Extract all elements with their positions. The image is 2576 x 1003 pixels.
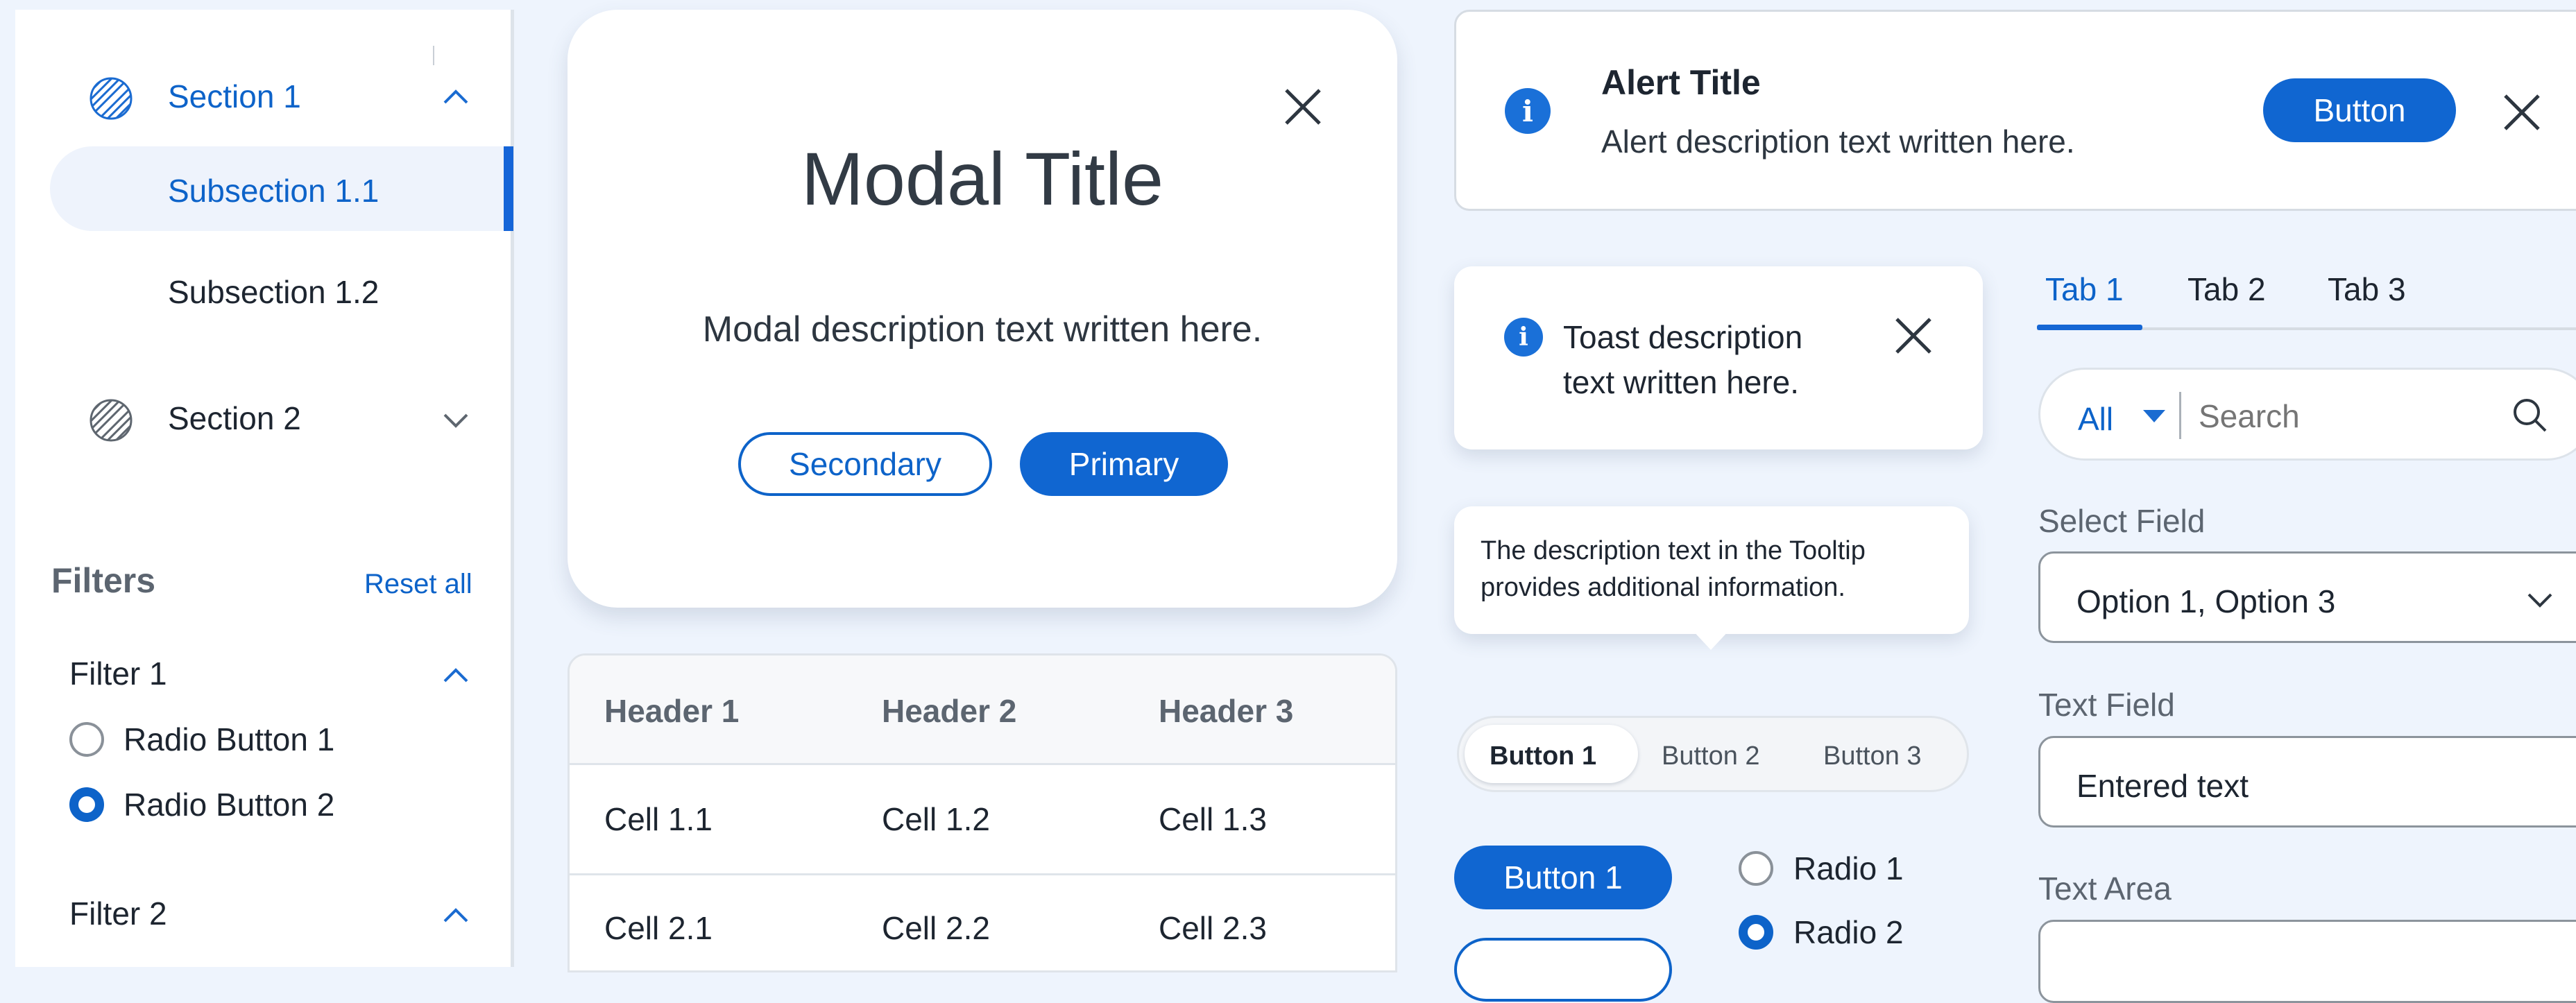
radio-option-2[interactable]: Radio 2 (1734, 910, 1943, 954)
outline-button-partial[interactable] (1454, 938, 1672, 1002)
table-cell: Cell 2.3 (1159, 910, 1267, 946)
close-icon[interactable] (1281, 85, 1325, 129)
table-row-divider (570, 873, 1395, 875)
table-cell: Cell 1.3 (1159, 801, 1267, 837)
primary-button[interactable]: Primary (1020, 432, 1228, 496)
search-input[interactable] (2197, 392, 2498, 440)
filter-2-header[interactable]: Filter 2 (69, 889, 486, 938)
tooltip: The description text in the Tooltip prov… (1454, 506, 1969, 634)
sidebar-subsection-1-2[interactable]: Subsection 1.2 (50, 247, 501, 332)
modal-dialog: Modal Title Modal description text writt… (568, 10, 1397, 608)
caret-down-icon (2143, 410, 2165, 422)
sidebar-section-1[interactable]: Section 1 (71, 60, 487, 132)
radio-label: Radio 2 (1793, 914, 1904, 950)
alert-action-button[interactable]: Button (2263, 78, 2456, 142)
info-icon: i (1504, 318, 1543, 357)
table-row-divider (570, 763, 1395, 765)
reset-all-link[interactable]: Reset all (364, 569, 472, 600)
sidebar-section-label: Section 1 (168, 78, 301, 114)
text-area-label: Text Area (2038, 871, 2172, 907)
chevron-up-icon (443, 908, 468, 923)
search-scope-label: All (2078, 401, 2114, 437)
toast-description-line-1: Toast description (1563, 319, 1803, 355)
segment-button-2[interactable]: Button 2 (1662, 741, 1760, 771)
chevron-down-icon (2527, 593, 2552, 608)
data-table: Header 1 Header 2 Header 3 Cell 1.1 Cell… (568, 653, 1397, 972)
hatched-circle-icon (89, 399, 133, 442)
radio-button[interactable] (1739, 851, 1773, 886)
filter-label: Filter 1 (69, 655, 167, 692)
filter-1-header[interactable]: Filter 1 (69, 649, 486, 698)
secondary-button[interactable]: Secondary (738, 432, 992, 496)
radio-label: Radio Button 1 (123, 721, 335, 757)
alert-title: Alert Title (1601, 63, 1761, 102)
segmented-control: Button 1 Button 2 Button 3 (1457, 716, 1969, 792)
table-header-cell: Header 3 (1159, 693, 1294, 729)
toast-description-line-2: text written here. (1563, 364, 1800, 400)
text-field-label: Text Field (2038, 687, 2175, 723)
text-area[interactable] (2038, 920, 2576, 1003)
sidebar-section-label: Section 2 (168, 400, 301, 436)
radio-button-selected[interactable] (1739, 915, 1773, 950)
close-icon[interactable] (1893, 315, 1934, 357)
tab-2[interactable]: Tab 2 (2187, 271, 2266, 308)
hatched-circle-icon (89, 77, 133, 120)
tab-3[interactable]: Tab 3 (2328, 271, 2406, 308)
filter-label: Filter 2 (69, 895, 167, 932)
search-divider (2179, 392, 2181, 439)
sidebar-subsection-1-1[interactable]: Subsection 1.1 (50, 146, 501, 231)
tooltip-text-line-1: The description text in the Tooltip (1481, 536, 1866, 565)
radio-button[interactable] (69, 722, 104, 757)
select-field-label: Select Field (2038, 503, 2206, 539)
segment-button-1[interactable]: Button 1 (1490, 741, 1596, 771)
radio-label: Radio Button 2 (123, 787, 335, 823)
table-cell: Cell 1.1 (604, 801, 713, 837)
table-cell: Cell 2.1 (604, 910, 713, 946)
radio-label: Radio 1 (1793, 850, 1904, 886)
chevron-down-icon (443, 413, 468, 428)
tooltip-text-line-2: provides additional information. (1481, 573, 1845, 602)
table-cell: Cell 1.2 (882, 801, 990, 837)
modal-title: Modal Title (801, 137, 1164, 221)
sidebar-section-2[interactable]: Section 2 (71, 382, 487, 454)
tab-1[interactable]: Tab 1 (2045, 271, 2124, 308)
tooltip-arrow (1691, 629, 1730, 650)
info-icon: i (1505, 88, 1551, 134)
filters-heading: Filters (51, 561, 156, 600)
button-1[interactable]: Button 1 (1454, 846, 1672, 909)
search-bar: All (2038, 368, 2576, 461)
chevron-up-icon (443, 89, 468, 104)
filter-radio-option-1[interactable]: Radio Button 1 (69, 717, 416, 762)
chevron-up-icon (443, 668, 468, 683)
sidebar-nav: Section 1 Subsection 1.1 Subsection 1.2 … (15, 10, 514, 967)
select-field[interactable]: Option 1, Option 3 (2038, 551, 2576, 643)
table-header-cell: Header 1 (604, 693, 740, 729)
select-field-value: Option 1, Option 3 (2076, 583, 2336, 619)
modal-description: Modal description text written here. (702, 309, 1263, 350)
toast-notification: i Toast description text written here. (1454, 266, 1983, 449)
search-scope-dropdown[interactable]: All (2071, 389, 2165, 439)
text-field-value: Entered text (2076, 768, 2249, 804)
filter-radio-option-2[interactable]: Radio Button 2 (69, 782, 416, 827)
tab-selected-indicator (2037, 325, 2142, 330)
table-header-cell: Header 2 (882, 693, 1017, 729)
alert-description: Alert description text written here. (1601, 123, 2075, 160)
alert-banner: i Alert Title Alert description text wri… (1454, 10, 2576, 211)
subsection-label: Subsection 1.2 (168, 274, 379, 310)
text-field[interactable]: Entered text (2038, 736, 2576, 828)
radio-button-selected[interactable] (69, 787, 104, 822)
subsection-label: Subsection 1.1 (168, 173, 379, 209)
table-cell: Cell 2.2 (882, 910, 990, 946)
subsection-selected-indicator (504, 146, 513, 231)
segment-button-3[interactable]: Button 3 (1823, 741, 1922, 771)
search-icon[interactable] (2511, 396, 2550, 435)
close-icon[interactable] (2501, 92, 2543, 133)
radio-option-1[interactable]: Radio 1 (1734, 846, 1943, 891)
